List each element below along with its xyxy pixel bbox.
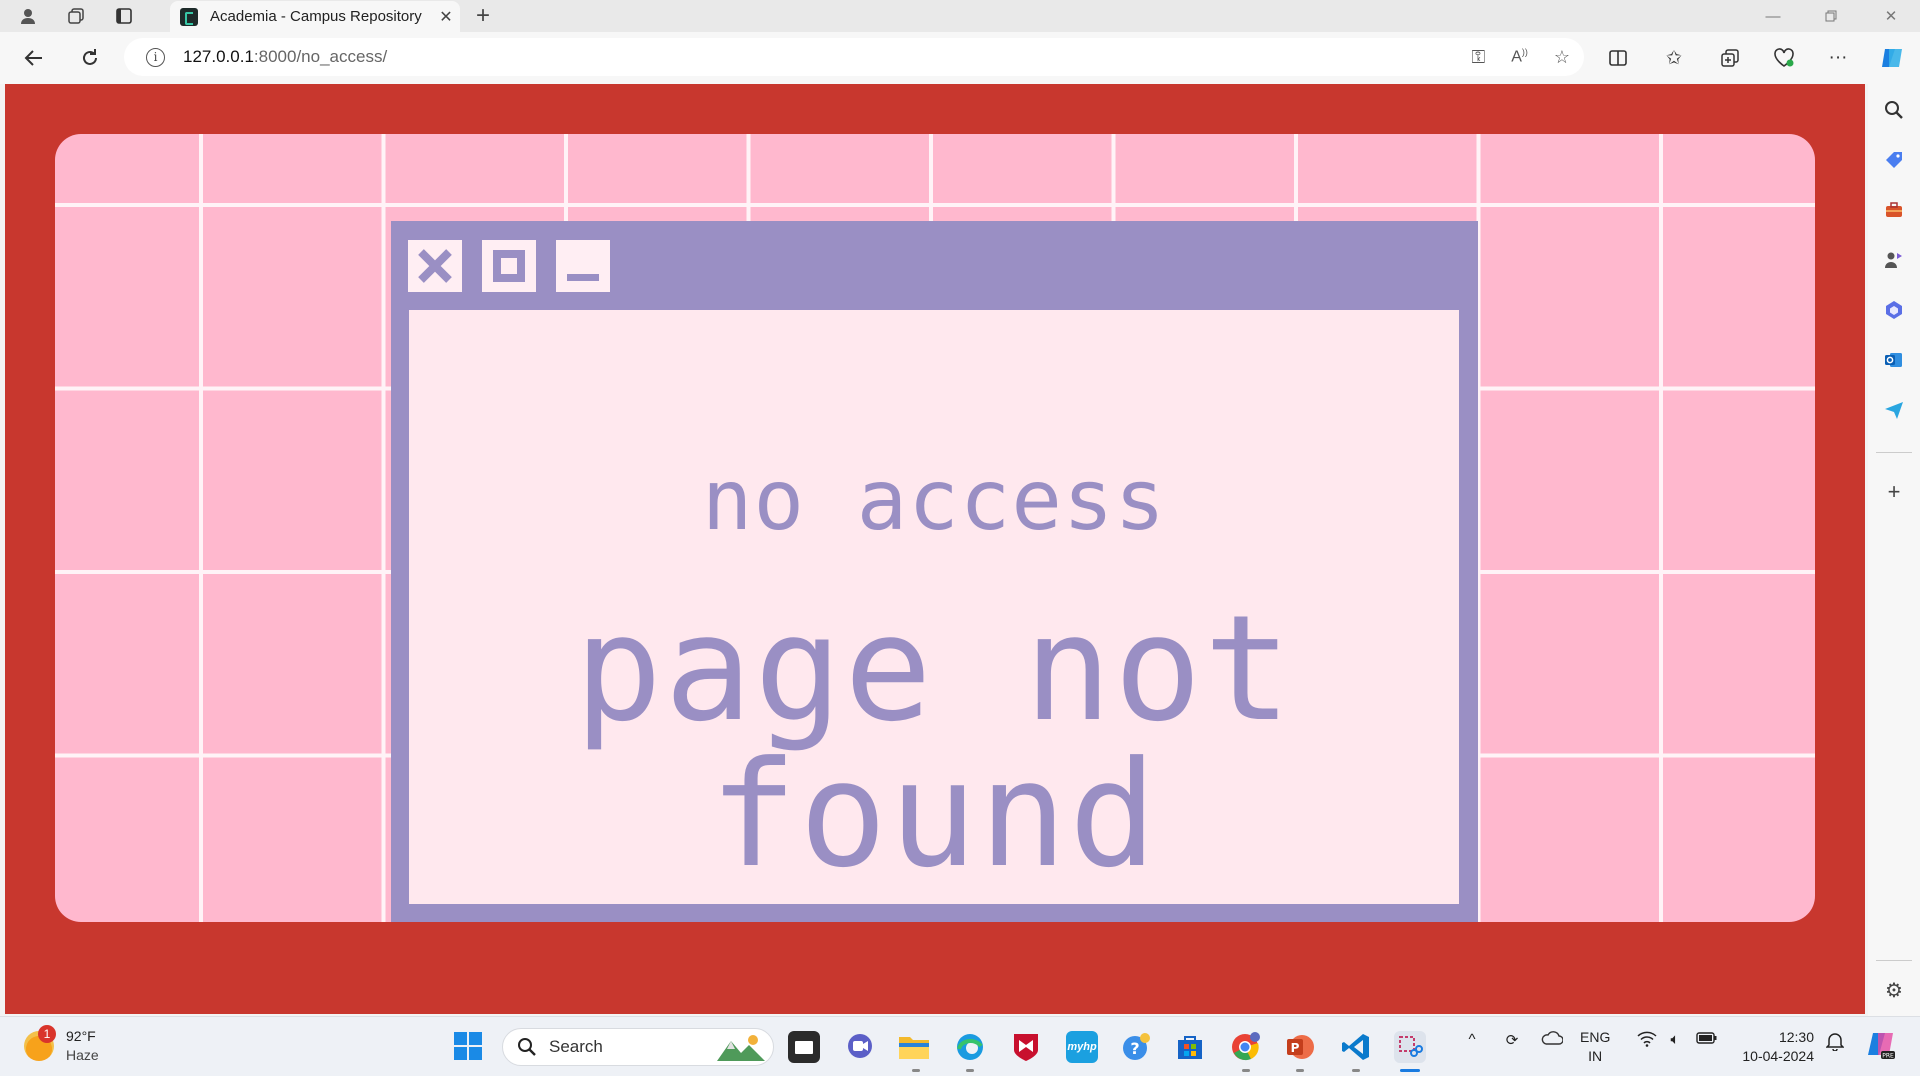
wifi-icon[interactable] xyxy=(1636,1031,1658,1047)
weather-widget[interactable]: 1 92°F Haze xyxy=(24,1025,99,1065)
microsoft-store-icon[interactable] xyxy=(1174,1031,1206,1063)
restore-window-icon[interactable] xyxy=(1802,0,1860,32)
new-tab-icon[interactable]: + xyxy=(476,2,490,30)
myhp-icon[interactable]: myhp xyxy=(1066,1031,1098,1063)
help-icon[interactable]: ? xyxy=(1120,1031,1152,1063)
collections-icon[interactable] xyxy=(1716,46,1744,70)
edge-sidebar: + ⚙ xyxy=(1868,84,1920,1016)
clock-date: 10-04-2024 xyxy=(1742,1048,1814,1064)
page-not-found-heading: page not found xyxy=(574,584,1294,900)
language-indicator[interactable]: ENG IN xyxy=(1580,1028,1610,1066)
running-indicator xyxy=(1296,1069,1304,1072)
mcafee-icon[interactable] xyxy=(1010,1031,1042,1063)
weather-temp: 92°F xyxy=(66,1028,96,1044)
maximize-icon[interactable] xyxy=(482,240,536,292)
weather-sun-icon: 1 xyxy=(24,1025,56,1061)
search-label: Search xyxy=(549,1037,603,1056)
copilot-icon[interactable] xyxy=(1878,46,1906,70)
svg-text:P: P xyxy=(1291,1041,1300,1055)
close-icon[interactable] xyxy=(408,240,462,292)
windows-start-icon[interactable] xyxy=(452,1030,484,1062)
read-aloud-icon[interactable]: A)) xyxy=(1511,47,1528,66)
add-sidebar-app-icon[interactable]: + xyxy=(1882,479,1906,504)
favorite-star-icon[interactable]: ☆ xyxy=(1554,47,1570,68)
chrome-icon[interactable] xyxy=(1230,1031,1262,1063)
powerpoint-icon[interactable]: P xyxy=(1284,1031,1316,1063)
running-indicator xyxy=(966,1069,974,1072)
profile-icon[interactable] xyxy=(14,4,42,28)
send-icon[interactable] xyxy=(1882,398,1906,422)
favorites-icon[interactable]: ✩ xyxy=(1660,46,1688,70)
tab-bar: Academia - Campus Repository ✕ + — ✕ xyxy=(0,0,1920,32)
notifications-bell-icon[interactable] xyxy=(1824,1031,1846,1051)
page-background: no access page not found xyxy=(5,84,1865,1014)
url-host: 127.0.0.1 xyxy=(183,47,254,66)
task-view-icon[interactable] xyxy=(788,1031,820,1063)
retro-window: no access page not found xyxy=(391,221,1478,922)
show-hidden-icons-icon[interactable]: ^ xyxy=(1462,1031,1482,1048)
svg-text:?: ? xyxy=(1130,1039,1139,1058)
windows-taskbar: 1 92°F Haze Search myhp ? P ^ ⟳ ENG IN 🔈… xyxy=(0,1016,1920,1076)
taskbar-search-icon xyxy=(518,1038,536,1056)
sidebar-separator xyxy=(1876,452,1912,453)
more-options-icon[interactable]: ··· xyxy=(1824,46,1852,70)
file-explorer-icon[interactable] xyxy=(898,1031,930,1063)
split-screen-icon[interactable] xyxy=(1604,46,1632,70)
microsoft-365-icon[interactable] xyxy=(1882,298,1906,322)
site-favicon-icon xyxy=(180,7,198,26)
volume-icon[interactable]: 🔈︎ xyxy=(1664,1031,1686,1048)
site-info-icon[interactable]: i xyxy=(146,47,165,67)
browser-toolbar: i 127.0.0.1:8000/no_access/ ⚿ A)) ☆ ✩ ··… xyxy=(0,32,1920,84)
sync-icon[interactable]: ⟳ xyxy=(1500,1031,1524,1049)
key-icon[interactable]: ⚿ xyxy=(1471,47,1485,68)
region-code: IN xyxy=(1588,1048,1603,1064)
tools-briefcase-icon[interactable] xyxy=(1882,198,1906,222)
svg-text:PRE: PRE xyxy=(1882,1053,1894,1060)
snipping-tool-icon[interactable] xyxy=(1394,1031,1426,1063)
workspaces-icon[interactable] xyxy=(62,4,90,28)
browser-essentials-icon[interactable] xyxy=(1770,46,1798,70)
vscode-icon[interactable] xyxy=(1340,1031,1372,1063)
outlook-icon[interactable] xyxy=(1882,348,1906,372)
sidebar-separator xyxy=(1876,960,1912,961)
teams-chat-icon[interactable] xyxy=(844,1031,876,1063)
address-bar[interactable]: i 127.0.0.1:8000/no_access/ ⚿ A)) ☆ xyxy=(124,38,1584,76)
window-content: no access page not found xyxy=(409,310,1459,904)
copilot-preview-icon[interactable]: PRE xyxy=(1864,1029,1898,1061)
back-icon[interactable] xyxy=(18,42,50,74)
active-indicator xyxy=(1400,1069,1420,1072)
shopping-tag-icon[interactable] xyxy=(1882,148,1906,172)
active-tab[interactable]: Academia - Campus Repository ✕ xyxy=(170,1,460,32)
running-indicator xyxy=(912,1069,920,1072)
system-clock[interactable]: 12:30 10-04-2024 xyxy=(1734,1028,1814,1066)
taskbar-search[interactable]: Search xyxy=(502,1028,774,1066)
refresh-icon[interactable] xyxy=(74,42,106,74)
url-path: :8000/no_access/ xyxy=(253,47,388,66)
search-highlight-icon xyxy=(717,1035,765,1061)
weather-condition: Haze xyxy=(66,1047,99,1063)
minimize-window-icon[interactable]: — xyxy=(1744,0,1802,32)
language-code: ENG xyxy=(1580,1029,1611,1045)
running-indicator xyxy=(1352,1069,1360,1072)
games-icon[interactable] xyxy=(1882,248,1906,272)
no-access-heading: no access xyxy=(701,451,1167,549)
running-indicator xyxy=(1242,1069,1250,1072)
tab-actions-icon[interactable] xyxy=(110,4,138,28)
clock-time: 12:30 xyxy=(1778,1029,1814,1045)
sidebar-settings-icon[interactable]: ⚙ xyxy=(1882,978,1906,1002)
weather-badge: 1 xyxy=(38,1025,56,1043)
onedrive-cloud-icon[interactable] xyxy=(1540,1031,1564,1045)
edge-browser-icon[interactable] xyxy=(954,1031,986,1063)
minimize-icon[interactable] xyxy=(556,240,610,292)
battery-icon[interactable] xyxy=(1694,1031,1720,1045)
search-icon[interactable] xyxy=(1882,98,1906,122)
tab-close-icon[interactable]: ✕ xyxy=(432,7,460,27)
close-window-icon[interactable]: ✕ xyxy=(1862,0,1920,32)
pink-grid-panel: no access page not found xyxy=(55,134,1815,922)
tab-title: Academia - Campus Repository xyxy=(210,8,422,25)
